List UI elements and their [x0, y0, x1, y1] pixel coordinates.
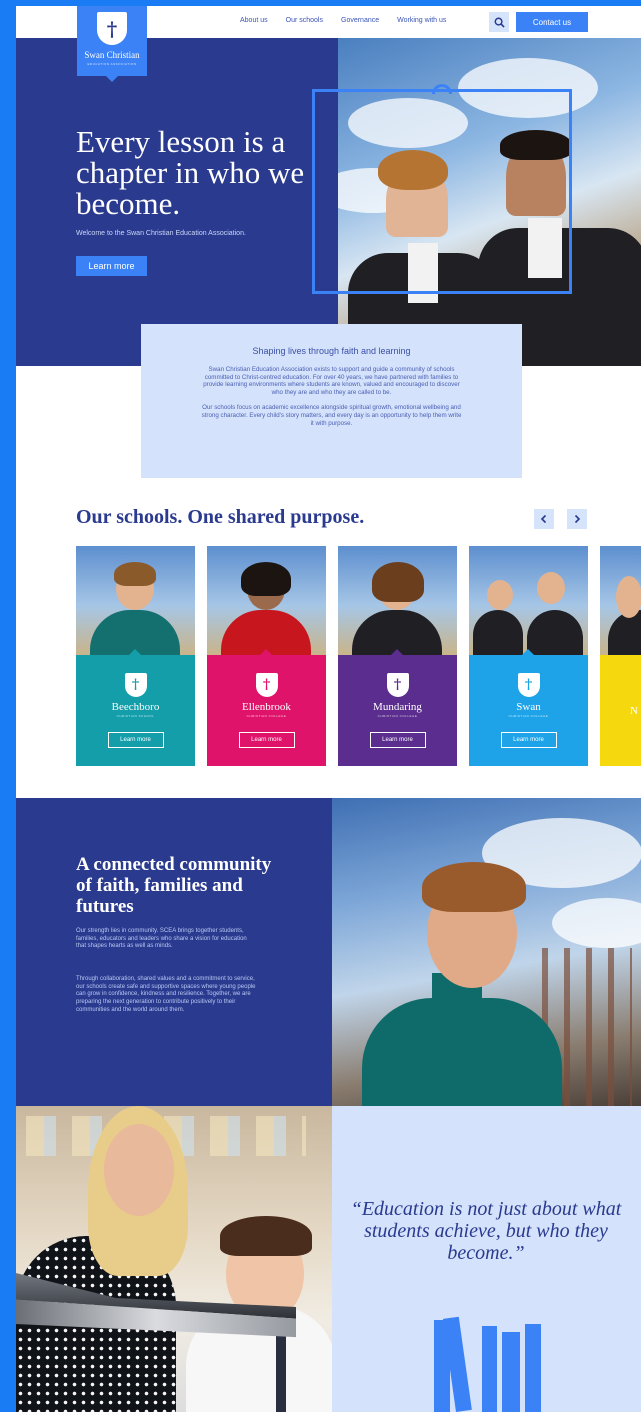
school-panel: N — [600, 655, 641, 766]
school-type: CHRISTIAN COLLEGE — [508, 714, 549, 718]
logo-name: Swan Christian — [84, 50, 140, 60]
community-paragraph-2: Through collaboration, shared values and… — [76, 976, 256, 1013]
school-type: CHRISTIAN SCHOOL — [116, 714, 155, 718]
cross-shield-icon: † — [97, 12, 127, 45]
school-learn-more-button[interactable]: Learn more — [238, 732, 295, 748]
school-panel: † Ellenbrook CHRISTIAN COLLEGE Learn mor… — [207, 649, 326, 766]
boy-photo — [332, 798, 641, 1106]
intro-paragraph-2: Our schools focus on academic excellence… — [201, 404, 462, 427]
school-name: Swan — [516, 701, 541, 713]
chevron-right-icon — [574, 514, 581, 524]
school-photo — [469, 546, 588, 655]
school-type: CHRISTIAN COLLEGE — [377, 714, 418, 718]
contact-button[interactable]: Contact us — [516, 12, 588, 32]
school-name: N — [630, 705, 638, 717]
schools-prev-button[interactable] — [534, 509, 554, 529]
community-panel — [16, 798, 332, 1106]
school-learn-more-button[interactable]: Learn more — [107, 732, 164, 748]
school-card-swan[interactable]: † Swan CHRISTIAN COLLEGE Learn more — [469, 546, 588, 766]
nav-links: About us Our schools Governance Working … — [240, 17, 446, 24]
page: About us Our schools Governance Working … — [16, 6, 641, 1412]
logo-subtitle: EDUCATION ASSOCIATION — [87, 62, 137, 66]
school-card-partial[interactable]: N — [600, 546, 641, 766]
school-name: Beechboro — [111, 701, 160, 713]
school-panel: † Mundaring CHRISTIAN COLLEGE Learn more — [338, 649, 457, 766]
search-button[interactable] — [489, 12, 509, 32]
nav-link-working[interactable]: Working with us — [397, 17, 446, 24]
schools-heading: Our schools. One shared purpose. — [76, 506, 365, 528]
intro-paragraph-1: Swan Christian Education Association exi… — [203, 366, 460, 396]
book-frame-outline — [312, 84, 572, 294]
school-panel: † Beechboro CHRISTIAN SCHOOL Learn more — [76, 649, 195, 766]
intro-title: Shaping lives through faith and learning — [252, 346, 411, 356]
laptop-decoration — [16, 1273, 296, 1338]
cross-shield-icon: † — [517, 673, 540, 697]
hero-title: Every lesson is a chapter in who we beco… — [76, 124, 305, 221]
school-card-ellenbrook[interactable]: † Ellenbrook CHRISTIAN COLLEGE Learn mor… — [207, 546, 326, 766]
community-paragraph-1: Our strength lies in community. SCEA bri… — [76, 928, 247, 950]
school-name: Mundaring — [373, 701, 422, 713]
community-heading: A connected community of faith, families… — [76, 854, 272, 917]
quote-text: “Education is not just about what studen… — [350, 1198, 622, 1264]
schools-next-button[interactable] — [567, 509, 587, 529]
intro-card: Shaping lives through faith and learning… — [141, 324, 522, 478]
school-photo — [600, 546, 641, 655]
cross-shield-icon: † — [386, 673, 409, 697]
school-panel: † Swan CHRISTIAN COLLEGE Learn more — [469, 649, 588, 766]
school-type: CHRISTIAN COLLEGE — [246, 714, 287, 718]
school-photo — [338, 546, 457, 655]
hero-subtitle: Welcome to the Swan Christian Education … — [76, 230, 246, 237]
hero-learn-more-button[interactable]: Learn more — [76, 256, 147, 276]
school-card-beechboro[interactable]: † Beechboro CHRISTIAN SCHOOL Learn more — [76, 546, 195, 766]
school-card-mundaring[interactable]: † Mundaring CHRISTIAN COLLEGE Learn more — [338, 546, 457, 766]
school-learn-more-button[interactable]: Learn more — [500, 732, 557, 748]
teacher-student-photo — [16, 1106, 332, 1412]
nav-link-governance[interactable]: Governance — [341, 17, 379, 24]
search-icon — [494, 17, 505, 28]
cross-shield-icon: † — [124, 673, 147, 697]
school-name: Ellenbrook — [242, 701, 291, 713]
nav-link-about[interactable]: About us — [240, 17, 268, 24]
cross-shield-icon: † — [255, 673, 278, 697]
logo[interactable]: † Swan Christian EDUCATION ASSOCIATION — [77, 6, 147, 82]
chevron-left-icon — [540, 514, 547, 524]
school-learn-more-button[interactable]: Learn more — [369, 732, 426, 748]
nav-link-schools[interactable]: Our schools — [286, 17, 323, 24]
school-photo — [207, 546, 326, 655]
school-photo — [76, 546, 195, 655]
